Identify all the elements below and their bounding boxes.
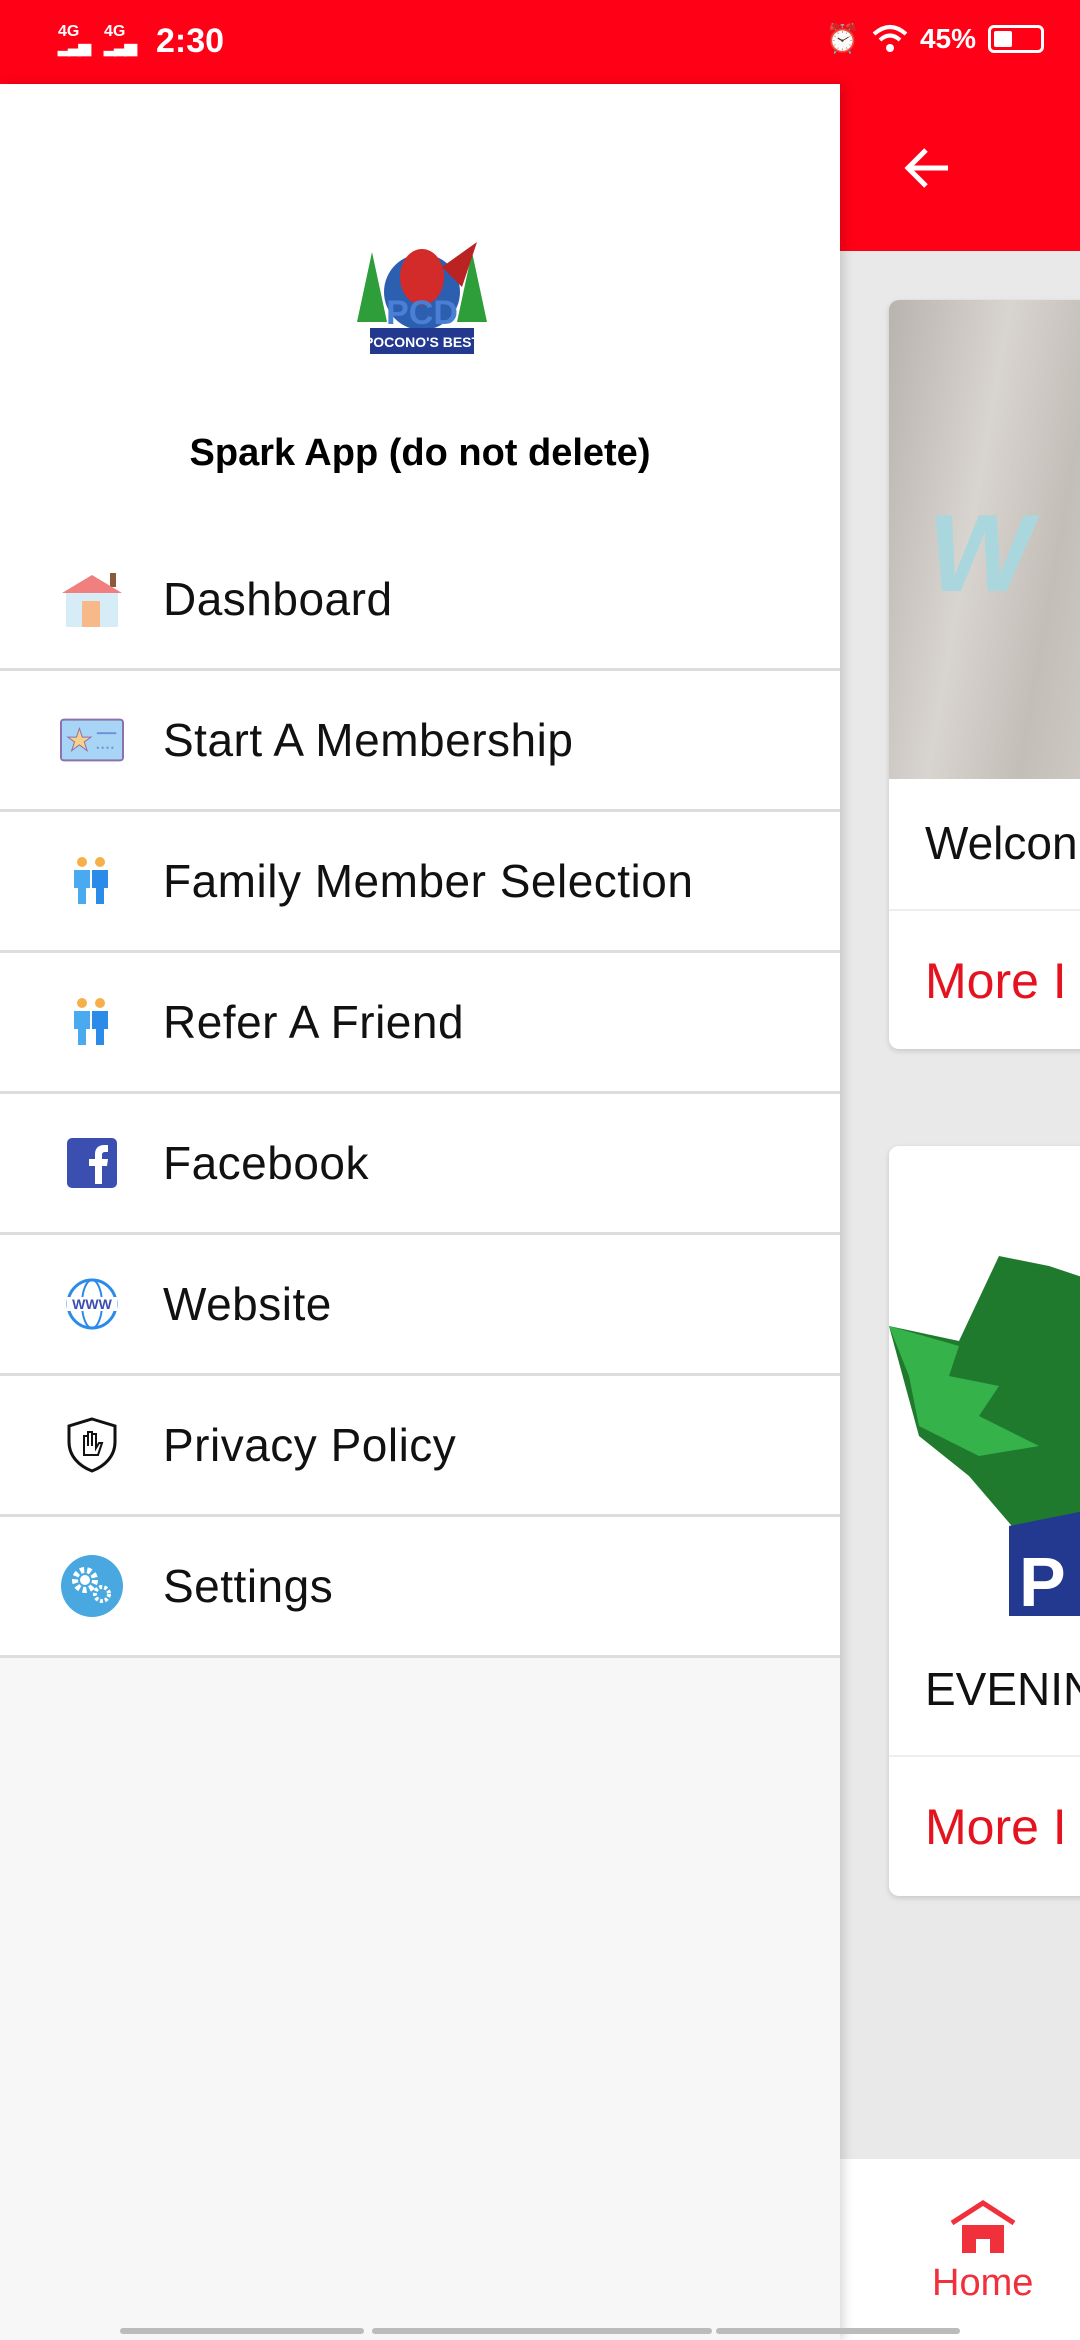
- menu-item-label: Website: [163, 1278, 332, 1330]
- more-info-link[interactable]: More I: [925, 952, 1067, 1010]
- nav-home-label: Home: [932, 2262, 1034, 2304]
- nav-home[interactable]: Home: [932, 2199, 1033, 2305]
- svg-text:P: P: [1019, 1543, 1066, 1616]
- signal-icon: 4G ▂▃▅: [58, 23, 91, 56]
- signal-icon: 4G ▂▃▅: [104, 23, 137, 56]
- gears-icon: [60, 1554, 124, 1618]
- card-title: Welcon: [925, 817, 1078, 869]
- navigation-drawer: PCD POCONO'S BEST Spark App (do not dele…: [0, 84, 840, 2340]
- people-icon: [60, 990, 124, 1054]
- content-card[interactable]: W Welcon More I: [889, 300, 1080, 1049]
- menu-item-family-member-selection[interactable]: Family Member Selection: [0, 812, 840, 953]
- drawer-menu: Dashboard Start A Membership Family Memb…: [0, 530, 840, 1658]
- menu-item-label: Family Member Selection: [163, 855, 694, 907]
- menu-item-label: Dashboard: [163, 573, 393, 625]
- network-type: 4G: [58, 23, 80, 40]
- house-icon: [60, 567, 124, 631]
- membership-card-icon: [60, 708, 124, 772]
- shield-hand-icon: [60, 1413, 124, 1477]
- family-icon: [60, 849, 124, 913]
- menu-item-label: Settings: [163, 1560, 334, 1612]
- menu-item-dashboard[interactable]: Dashboard: [0, 530, 840, 671]
- clock: 2:30: [156, 22, 225, 60]
- network-type: 4G: [104, 23, 126, 40]
- menu-item-settings[interactable]: Settings: [0, 1517, 840, 1658]
- menu-item-label: Privacy Policy: [163, 1419, 457, 1471]
- menu-item-refer-a-friend[interactable]: Refer A Friend: [0, 953, 840, 1094]
- status-bar: 4G ▂▃▅ 4G ▂▃▅ 2:30 ⏰ 45%: [0, 0, 1080, 84]
- svg-text:WWW: WWW: [72, 1296, 112, 1312]
- card-image: P: [889, 1146, 1080, 1621]
- gesture-bar: [716, 2328, 960, 2334]
- home-icon: [950, 2200, 1016, 2253]
- svg-text:POCONO'S BEST: POCONO'S BEST: [364, 334, 481, 350]
- app-logo: PCD POCONO'S BEST: [357, 242, 487, 354]
- wifi-icon: [872, 24, 908, 52]
- battery-icon: [988, 24, 1044, 53]
- menu-item-label: Refer A Friend: [163, 996, 465, 1048]
- app-title: Spark App (do not delete): [189, 432, 651, 474]
- menu-item-label: Start A Membership: [163, 714, 574, 766]
- drawer-header: PCD POCONO'S BEST Spark App (do not dele…: [0, 84, 840, 530]
- menu-item-start-membership[interactable]: Start A Membership: [0, 671, 840, 812]
- facebook-icon: [60, 1131, 124, 1195]
- card-title: EVENIN: [925, 1663, 1080, 1715]
- menu-item-label: Facebook: [163, 1137, 370, 1189]
- app-bar: [840, 84, 1080, 251]
- menu-item-facebook[interactable]: Facebook: [0, 1094, 840, 1235]
- menu-item-privacy-policy[interactable]: Privacy Policy: [0, 1376, 840, 1517]
- gesture-bar: [372, 2328, 712, 2334]
- card-image: W: [889, 300, 1080, 779]
- battery-percent: 45%: [919, 22, 976, 54]
- bottom-nav: Home: [840, 2159, 1080, 2340]
- content-card[interactable]: P EVENIN More I: [889, 1146, 1080, 1896]
- svg-text:PCD: PCD: [386, 294, 458, 332]
- alarm-icon: ⏰: [825, 23, 860, 54]
- menu-item-website[interactable]: WWW Website: [0, 1235, 840, 1376]
- globe-www-icon: WWW: [60, 1272, 124, 1336]
- more-info-link[interactable]: More I: [925, 1798, 1067, 1856]
- back-arrow-icon[interactable]: [900, 140, 956, 196]
- gesture-bar: [120, 2328, 364, 2334]
